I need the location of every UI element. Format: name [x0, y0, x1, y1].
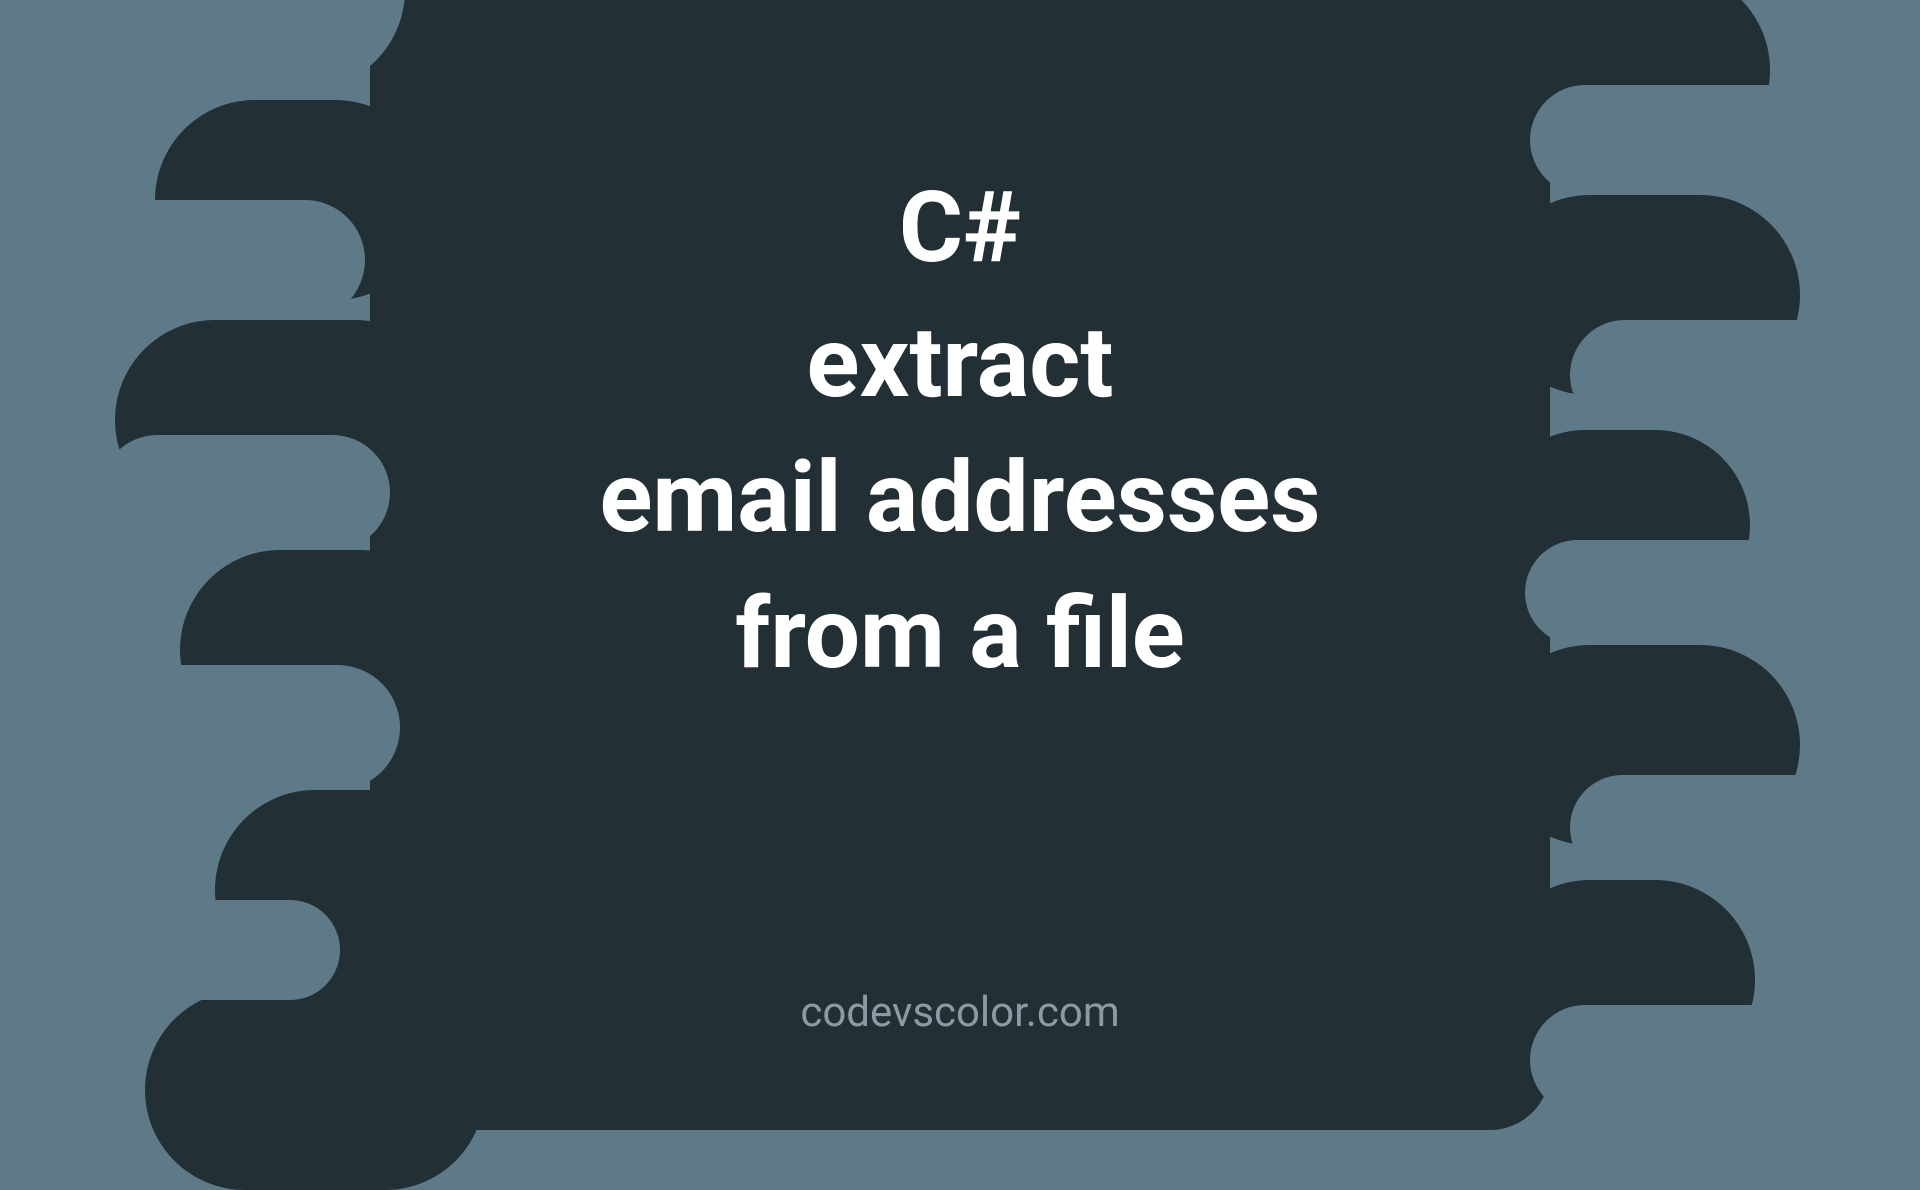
watermark-text: codevscolor.com [0, 988, 1920, 1037]
title-line-4: from a file [0, 566, 1920, 701]
title-text: C# extract email addresses from a file [0, 160, 1920, 701]
title-line-1: C# [0, 160, 1920, 295]
blob-notch [100, 900, 340, 1000]
title-line-2: extract [0, 295, 1920, 430]
blob-notch [145, 0, 405, 90]
title-line-3: email addresses [0, 430, 1920, 565]
blob-notch [1570, 775, 1910, 880]
